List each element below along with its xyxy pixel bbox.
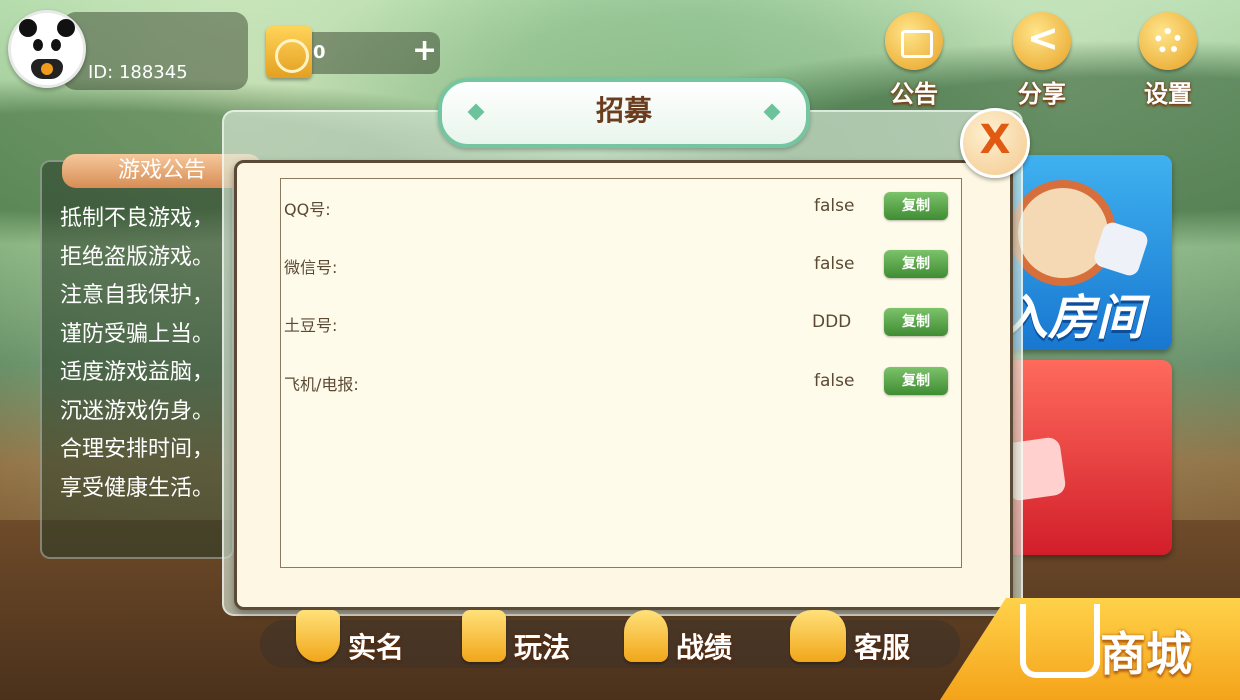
settings-label: 设置 <box>1144 80 1192 108</box>
share-icon <box>1013 12 1071 70</box>
customer-service-label: 客服 <box>854 631 911 664</box>
records-button[interactable]: 战绩 <box>624 610 744 670</box>
shopping-cart-icon <box>1020 604 1100 678</box>
contact-row-wechat: 微信号: false 复制 <box>284 250 954 280</box>
share-label: 分享 <box>1018 80 1066 108</box>
close-button[interactable]: X <box>960 108 1030 178</box>
contact-key: 土豆号: <box>284 316 338 335</box>
copy-button[interactable]: 复制 <box>884 250 948 278</box>
how-to-play-button[interactable]: 玩法 <box>462 610 582 670</box>
real-name-label: 实名 <box>348 631 405 664</box>
announcement-button[interactable]: 公告 <box>874 12 954 108</box>
gear-icon <box>1139 12 1197 70</box>
share-button[interactable]: 分享 <box>1002 12 1082 108</box>
contact-row-telegram: 飞机/电报: false 复制 <box>284 367 954 397</box>
modal-title: 招募 <box>595 94 652 127</box>
shop-label: 商城 <box>1100 627 1192 681</box>
contact-value: DDD <box>812 312 852 332</box>
records-label: 战绩 <box>676 631 733 664</box>
add-coins-button[interactable]: + <box>412 36 437 66</box>
contact-row-qq: QQ号: false 复制 <box>284 192 954 222</box>
notice-text: 抵制不良游戏， 拒绝盗版游戏。 注意自我保护， 谨防受骗上当。 适度游戏益脑， … <box>60 206 215 501</box>
customer-service-button[interactable]: 客服 <box>790 610 920 670</box>
document-icon <box>462 610 506 662</box>
copy-button[interactable]: 复制 <box>884 308 948 336</box>
contact-key: 微信号: <box>284 258 338 277</box>
user-id: ID: 188345 <box>88 62 188 83</box>
contact-key: 飞机/电报: <box>284 375 359 394</box>
shield-check-icon <box>296 610 340 662</box>
panda-ear-icon <box>19 19 37 37</box>
contact-value: false <box>814 196 855 216</box>
real-name-button[interactable]: 实名 <box>296 610 416 670</box>
announcement-label: 公告 <box>890 80 938 108</box>
how-to-play-label: 玩法 <box>514 631 571 664</box>
panda-eye-icon <box>33 39 43 51</box>
coin-count: 0 <box>313 42 326 63</box>
contact-row-tudou: 土豆号: DDD 复制 <box>284 308 954 338</box>
settings-button[interactable]: 设置 <box>1128 12 1208 108</box>
gold-coin-icon <box>266 26 312 78</box>
medal-icon <box>624 610 668 662</box>
notice-board-icon <box>885 12 943 70</box>
avatar[interactable] <box>8 10 86 88</box>
contact-key: QQ号: <box>284 200 331 219</box>
contact-value: false <box>814 254 855 274</box>
panda-eye-icon <box>51 39 61 51</box>
copy-button[interactable]: 复制 <box>884 192 948 220</box>
close-icon: X <box>979 117 1011 163</box>
copy-button[interactable]: 复制 <box>884 367 948 395</box>
medal-icon <box>41 63 53 75</box>
drum-icon <box>1010 180 1116 286</box>
panda-ear-icon <box>57 19 75 37</box>
contact-value: false <box>814 371 855 391</box>
headset-icon <box>790 610 846 662</box>
